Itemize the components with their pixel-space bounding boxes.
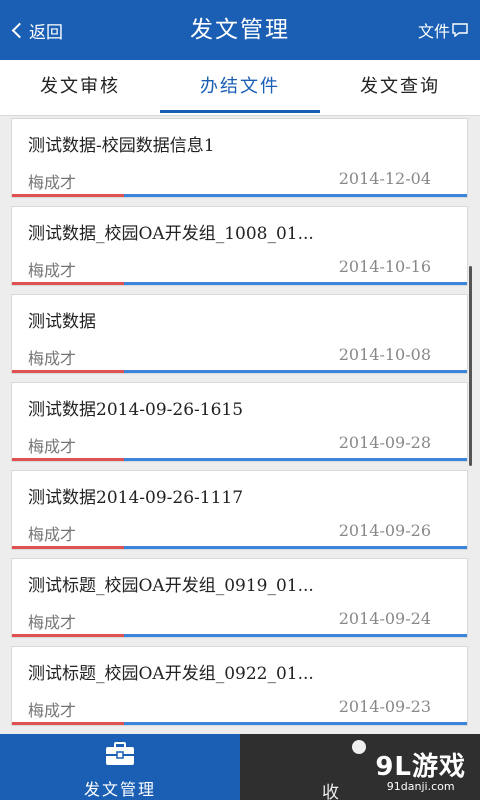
item-author: 梅成才 (28, 613, 77, 632)
tab-bar: 发文审核 办结文件 发文查询 (0, 60, 480, 116)
nav-label-dispatch: 发文管理 (83, 780, 156, 799)
list-item[interactable]: 测试数据2014-09-26-1615 梅成才 2014-09-28 (11, 382, 468, 462)
item-date: 2014-09-23 (338, 697, 431, 716)
item-author: 梅成才 (28, 349, 77, 368)
accent-bar-blue (124, 634, 467, 637)
user-icon (352, 740, 366, 754)
item-author: 梅成才 (28, 261, 77, 280)
nav-item-receive[interactable]: 收 9L游戏 91danji.com (240, 734, 480, 800)
item-title: 测试数据2014-09-26-1615 (28, 400, 244, 420)
list-item[interactable]: 测试数据2014-09-26-1117 梅成才 2014-09-26 (11, 470, 468, 550)
scrollbar[interactable] (469, 266, 472, 466)
accent-bar-red (12, 370, 124, 373)
accent-bar-red (12, 194, 124, 197)
item-author: 梅成才 (28, 701, 77, 720)
item-date: 2014-12-04 (338, 169, 431, 188)
item-author: 梅成才 (28, 437, 77, 456)
watermark-logo: 9L游戏 91danji.com (375, 746, 466, 793)
item-author: 梅成才 (28, 173, 77, 192)
page-title: 发文管理 (190, 17, 290, 43)
tab-query[interactable]: 发文查询 (320, 60, 480, 115)
header-bar: 返回 发文管理 文件 (0, 0, 480, 60)
item-title: 测试标题_校园OA开发组_0919_01... (28, 576, 314, 596)
accent-bar-red (12, 634, 124, 637)
files-label: 文件 (417, 22, 450, 41)
item-date: 2014-09-26 (338, 521, 431, 540)
accent-bar-blue (124, 458, 467, 461)
nav-item-dispatch[interactable]: 发文管理 (0, 734, 240, 800)
tab-completed[interactable]: 办结文件 (160, 60, 320, 115)
accent-bar-blue (124, 722, 467, 725)
nav-label-receive: 收 (322, 783, 339, 800)
tab-review[interactable]: 发文审核 (0, 60, 160, 115)
accent-bar-red (12, 458, 124, 461)
item-date: 2014-09-28 (338, 433, 431, 452)
item-title: 测试数据 (28, 312, 96, 332)
accent-bar-red (12, 722, 124, 725)
accent-bar-blue (124, 282, 467, 285)
accent-bar-blue (124, 546, 467, 549)
accent-bar-blue (124, 194, 467, 197)
watermark-main: 9L游戏 (375, 752, 466, 782)
files-button[interactable]: 文件 (418, 0, 468, 60)
item-date: 2014-10-08 (338, 345, 431, 364)
watermark-sub: 91danji.com (386, 780, 455, 793)
item-title: 测试标题_校园OA开发组_0922_01... (28, 664, 314, 684)
item-author: 梅成才 (28, 525, 77, 544)
accent-bar-red (12, 546, 124, 549)
list-item[interactable]: 测试数据_校园OA开发组_1008_01... 梅成才 2014-10-16 (11, 206, 468, 286)
briefcase-icon (106, 742, 134, 765)
document-list[interactable]: 测试数据-校园数据信息1 梅成才 2014-12-04 测试数据_校园OA开发组… (0, 116, 480, 734)
item-title: 测试数据-校园数据信息1 (28, 136, 215, 156)
item-date: 2014-09-24 (338, 609, 431, 628)
list-item[interactable]: 测试数据 梅成才 2014-10-08 (11, 294, 468, 374)
item-title: 测试数据_校园OA开发组_1008_01... (28, 224, 314, 244)
accent-bar-red (12, 282, 124, 285)
list-item[interactable]: 测试数据-校园数据信息1 梅成才 2014-12-04 (11, 118, 468, 198)
chat-bubble-icon (452, 23, 468, 37)
list-item[interactable]: 测试标题_校园OA开发组_0919_01... 梅成才 2014-09-24 (11, 558, 468, 638)
list-item[interactable]: 测试标题_校园OA开发组_0922_01... 梅成才 2014-09-23 (11, 646, 468, 726)
item-title: 测试数据2014-09-26-1117 (28, 488, 244, 508)
bottom-nav: 发文管理 收 9L游戏 91danji.com (0, 734, 480, 800)
accent-bar-blue (124, 370, 467, 373)
item-date: 2014-10-16 (338, 257, 431, 276)
